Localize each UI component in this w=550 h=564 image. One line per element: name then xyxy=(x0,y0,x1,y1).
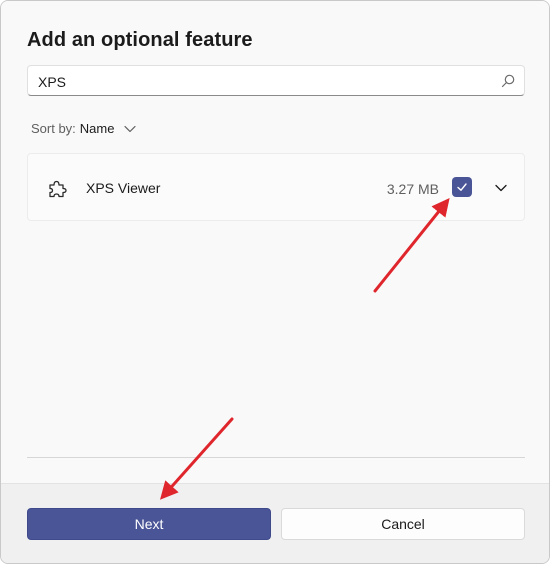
divider xyxy=(27,457,525,458)
next-button[interactable]: Next xyxy=(27,508,271,540)
feature-row-xps-viewer[interactable]: XPS Viewer 3.27 MB xyxy=(27,153,525,221)
feature-checkbox[interactable] xyxy=(452,177,472,197)
feature-name: XPS Viewer xyxy=(86,180,161,196)
puzzle-piece-icon xyxy=(49,180,67,198)
feature-size: 3.27 MB xyxy=(386,181,439,197)
add-optional-feature-dialog: Add an optional feature XPS Sort by: Nam… xyxy=(0,0,550,564)
sort-label: Sort by: xyxy=(31,121,76,136)
chevron-down-icon[interactable] xyxy=(123,122,137,136)
cancel-button[interactable]: Cancel xyxy=(281,508,525,540)
dialog-content: Add an optional feature XPS Sort by: Nam… xyxy=(1,1,549,483)
search-box[interactable]: XPS xyxy=(27,65,525,96)
search-input[interactable]: XPS xyxy=(38,74,66,90)
search-icon[interactable] xyxy=(500,73,516,89)
dialog-footer: Next Cancel xyxy=(1,483,549,563)
chevron-down-icon[interactable] xyxy=(494,181,508,195)
dialog-title: Add an optional feature xyxy=(27,29,253,51)
sort-dropdown[interactable]: Sort by: Name xyxy=(31,121,137,136)
sort-value[interactable]: Name xyxy=(80,121,115,136)
checkmark-icon xyxy=(457,183,467,191)
